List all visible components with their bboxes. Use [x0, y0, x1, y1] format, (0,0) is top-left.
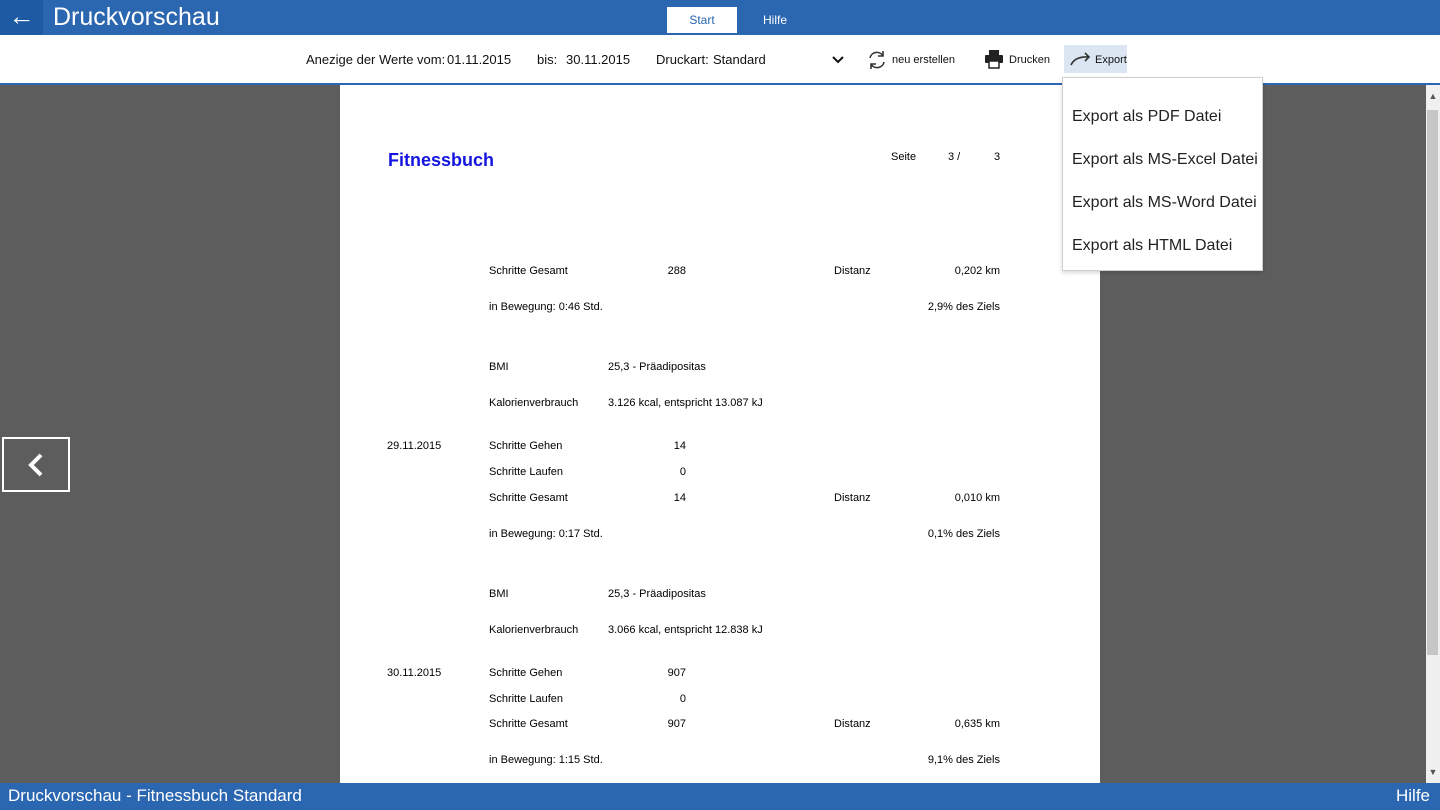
previous-page-button[interactable] [2, 437, 70, 492]
status-bar: Druckvorschau - Fitnessbuch Standard Hil… [0, 783, 1440, 810]
print-type-select[interactable]: Standard [713, 52, 766, 67]
steps-walk-label: Schritte Gehen [489, 667, 563, 679]
tab-hilfe[interactable]: Hilfe [745, 7, 805, 33]
chevron-left-icon [28, 453, 43, 477]
refresh-icon[interactable] [866, 49, 888, 71]
distance-label: Distanz [834, 265, 871, 277]
steps-total-value: 288 [667, 265, 686, 277]
page-current: 3 / [948, 151, 961, 163]
steps-run-label: Schritte Laufen [489, 693, 563, 705]
export-menu: Export als PDF Datei Export als MS-Excel… [1062, 77, 1263, 271]
steps-run-value: 0 [679, 693, 686, 705]
title-bar: ← Druckvorschau Start Hilfe [0, 0, 1440, 35]
bmi-label: BMI [489, 361, 509, 373]
steps-run-label: Schritte Laufen [489, 466, 563, 478]
distance-value: 0,010 km [954, 492, 1000, 504]
print-button[interactable]: Drucken [1009, 54, 1050, 66]
steps-total-label: Schritte Gesamt [489, 492, 568, 504]
calories-label: Kalorienverbrauch [489, 624, 579, 636]
to-label: bis: [537, 52, 558, 67]
steps-walk-value: 14 [673, 440, 686, 452]
print-type-label: Druckart: [656, 52, 709, 67]
page-total: 3 [994, 151, 1001, 163]
document-title: Fitnessbuch [388, 150, 495, 170]
motion-time: in Bewegung: 1:15 Std. [489, 754, 603, 766]
distance-label: Distanz [834, 492, 871, 504]
goal-percent: 2,9% des Ziels [927, 301, 1000, 313]
export-button[interactable]: Export [1064, 45, 1127, 73]
steps-walk-value: 907 [667, 667, 686, 679]
steps-run-value: 0 [679, 466, 686, 478]
export-html-item[interactable]: Export als HTML Datei [1072, 237, 1232, 255]
bmi-value: 25,3 - Präadipositas [608, 361, 706, 373]
arrow-left-icon: ← [8, 1, 35, 31]
tab-start[interactable]: Start [667, 7, 737, 33]
calories-value: 3.066 kcal, entspricht 12.838 kJ [608, 624, 763, 636]
calories-label: Kalorienverbrauch [489, 397, 579, 409]
goal-percent: 0,1% des Ziels [927, 528, 1000, 540]
distance-label: Distanz [834, 718, 871, 730]
steps-total-label: Schritte Gesamt [489, 718, 568, 730]
motion-time: in Bewegung: 0:17 Std. [489, 528, 603, 540]
steps-total-label: Schritte Gesamt [489, 265, 568, 277]
export-excel-item[interactable]: Export als MS-Excel Datei [1072, 151, 1258, 169]
export-word-item[interactable]: Export als MS-Word Datei [1072, 194, 1257, 212]
printer-icon[interactable] [984, 49, 1004, 69]
vertical-scrollbar[interactable]: ▲ ▼ [1426, 85, 1440, 783]
entry-date: 30.11.2015 [387, 667, 442, 679]
to-date-field[interactable]: 30.11.2015 [566, 52, 630, 67]
calories-value: 3.126 kcal, entspricht 13.087 kJ [608, 397, 763, 409]
chevron-down-icon[interactable] [831, 55, 845, 65]
date-range-label: Anezige der Werte vom: [306, 52, 446, 67]
steps-total-value: 14 [673, 492, 686, 504]
app-title: Druckvorschau [53, 3, 220, 31]
bmi-label: BMI [489, 588, 509, 600]
document-page: Fitnessbuch Seite 3 / 3 Schritte Gesamt … [340, 85, 1100, 783]
motion-time: in Bewegung: 0:46 Std. [489, 301, 603, 313]
page-label: Seite [891, 151, 917, 163]
back-button[interactable]: ← [0, 0, 43, 35]
goal-percent: 9,1% des Ziels [927, 754, 1000, 766]
scroll-up-icon[interactable]: ▲ [1426, 87, 1440, 105]
scroll-thumb[interactable] [1427, 110, 1438, 655]
bmi-value: 25,3 - Präadipositas [608, 588, 706, 600]
from-date-field[interactable]: 01.11.2015 [447, 52, 511, 67]
steps-total-value: 907 [667, 718, 686, 730]
export-label: Export [1095, 54, 1127, 66]
help-link[interactable]: Hilfe [1396, 786, 1430, 806]
share-arrow-icon [1070, 52, 1091, 66]
steps-walk-label: Schritte Gehen [489, 440, 563, 452]
distance-value: 0,202 km [954, 265, 1000, 277]
refresh-button[interactable]: neu erstellen [892, 54, 955, 66]
export-pdf-item[interactable]: Export als PDF Datei [1072, 108, 1221, 126]
distance-value: 0,635 km [954, 718, 1000, 730]
status-text: Druckvorschau - Fitnessbuch Standard [8, 786, 302, 805]
entry-date: 29.11.2015 [387, 440, 442, 452]
scroll-down-icon[interactable]: ▼ [1426, 763, 1440, 781]
